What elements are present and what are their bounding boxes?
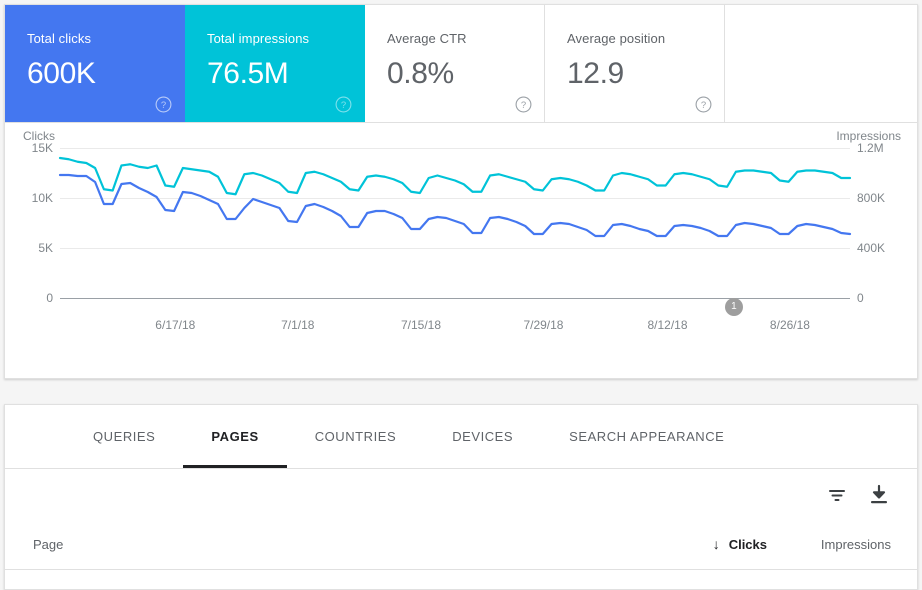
help-icon[interactable]: ?: [335, 96, 352, 113]
metric-label: Total impressions: [207, 31, 364, 47]
left-axis-ticks: 15K 10K 5K 0: [5, 123, 53, 379]
left-tick-1: 10K: [5, 192, 53, 204]
chart-annotation-marker[interactable]: 1: [725, 298, 743, 316]
dimension-table-card: QUERIES PAGES COUNTRIES DEVICES SEARCH APPEA…: [4, 404, 918, 590]
metric-label: Average CTR: [387, 31, 544, 47]
svg-text:?: ?: [521, 100, 526, 111]
svg-text:?: ?: [341, 100, 346, 111]
right-tick-0: 1.2M: [857, 142, 905, 154]
download-icon[interactable]: [867, 483, 891, 507]
x-axis-label: 7/1/18: [281, 318, 314, 332]
tab-countries[interactable]: COUNTRIES: [287, 405, 425, 468]
tab-search-appearance[interactable]: SEARCH APPEARANCE: [541, 405, 752, 468]
x-axis-label: 8/12/18: [647, 318, 687, 332]
metric-strip: Total clicks 600K ? Total impressions 76…: [5, 5, 917, 123]
metric-value: 600K: [27, 56, 184, 92]
left-tick-3: 0: [5, 292, 53, 304]
tab-label: DEVICES: [452, 429, 513, 444]
svg-text:?: ?: [161, 100, 166, 111]
svg-text:?: ?: [701, 100, 706, 111]
right-axis-ticks: 1.2M 800K 400K 0: [857, 123, 905, 379]
filter-icon[interactable]: [825, 483, 849, 507]
column-header-clicks-label: Clicks: [729, 537, 767, 552]
performance-card: Total clicks 600K ? Total impressions 76…: [4, 4, 918, 379]
metric-strip-filler: [725, 5, 917, 122]
help-icon[interactable]: ?: [695, 96, 712, 113]
metric-card-total-clicks[interactable]: Total clicks 600K ?: [5, 5, 185, 122]
metric-value: 12.9: [567, 56, 724, 92]
right-tick-1: 800K: [857, 192, 905, 204]
tab-pages[interactable]: PAGES: [183, 405, 286, 468]
tab-label: SEARCH APPEARANCE: [569, 429, 724, 444]
metric-label: Total clicks: [27, 31, 184, 47]
left-tick-2: 5K: [5, 242, 53, 254]
x-axis-label: 6/17/18: [155, 318, 195, 332]
x-axis-labels: 6/17/18 7/1/18 7/15/18 7/29/18 8/12/18 8/26/1…: [60, 123, 850, 379]
column-header-clicks[interactable]: ↓ Clicks: [713, 537, 767, 552]
tab-label: COUNTRIES: [315, 429, 397, 444]
metric-card-average-position[interactable]: Average position 12.9 ?: [545, 5, 725, 122]
right-tick-3: 0: [857, 292, 905, 304]
tab-queries[interactable]: QUERIES: [65, 405, 183, 468]
tab-devices[interactable]: DEVICES: [424, 405, 541, 468]
x-axis-label: 7/15/18: [401, 318, 441, 332]
chart-plot-area: 6/17/18 7/1/18 7/15/18 7/29/18 8/12/18 8/26/1…: [60, 123, 850, 379]
column-header-impressions[interactable]: Impressions: [821, 537, 891, 552]
metric-card-average-ctr[interactable]: Average CTR 0.8% ?: [365, 5, 545, 122]
help-icon[interactable]: ?: [155, 96, 172, 113]
tab-label: PAGES: [211, 429, 258, 444]
left-tick-0: 15K: [5, 142, 53, 154]
metric-value: 0.8%: [387, 56, 544, 92]
help-icon[interactable]: ?: [515, 96, 532, 113]
column-header-page[interactable]: Page: [33, 537, 63, 552]
tab-label: QUERIES: [93, 429, 155, 444]
performance-chart: Clicks Impressions 15K10K5K0 1.2M800K400…: [5, 123, 917, 379]
metric-card-total-impressions[interactable]: Total impressions 76.5M ?: [185, 5, 365, 122]
x-axis-label: 7/29/18: [523, 318, 563, 332]
x-axis-label: 8/26/18: [770, 318, 810, 332]
dimension-tabs: QUERIES PAGES COUNTRIES DEVICES SEARCH APPEA…: [5, 405, 917, 469]
table-toolbar: [5, 469, 917, 521]
sort-descending-icon: ↓: [713, 538, 720, 551]
table-header-row: Page ↓ Clicks Impressions: [5, 521, 917, 570]
metric-value: 76.5M: [207, 56, 364, 92]
metric-label: Average position: [567, 31, 724, 47]
right-tick-2: 400K: [857, 242, 905, 254]
